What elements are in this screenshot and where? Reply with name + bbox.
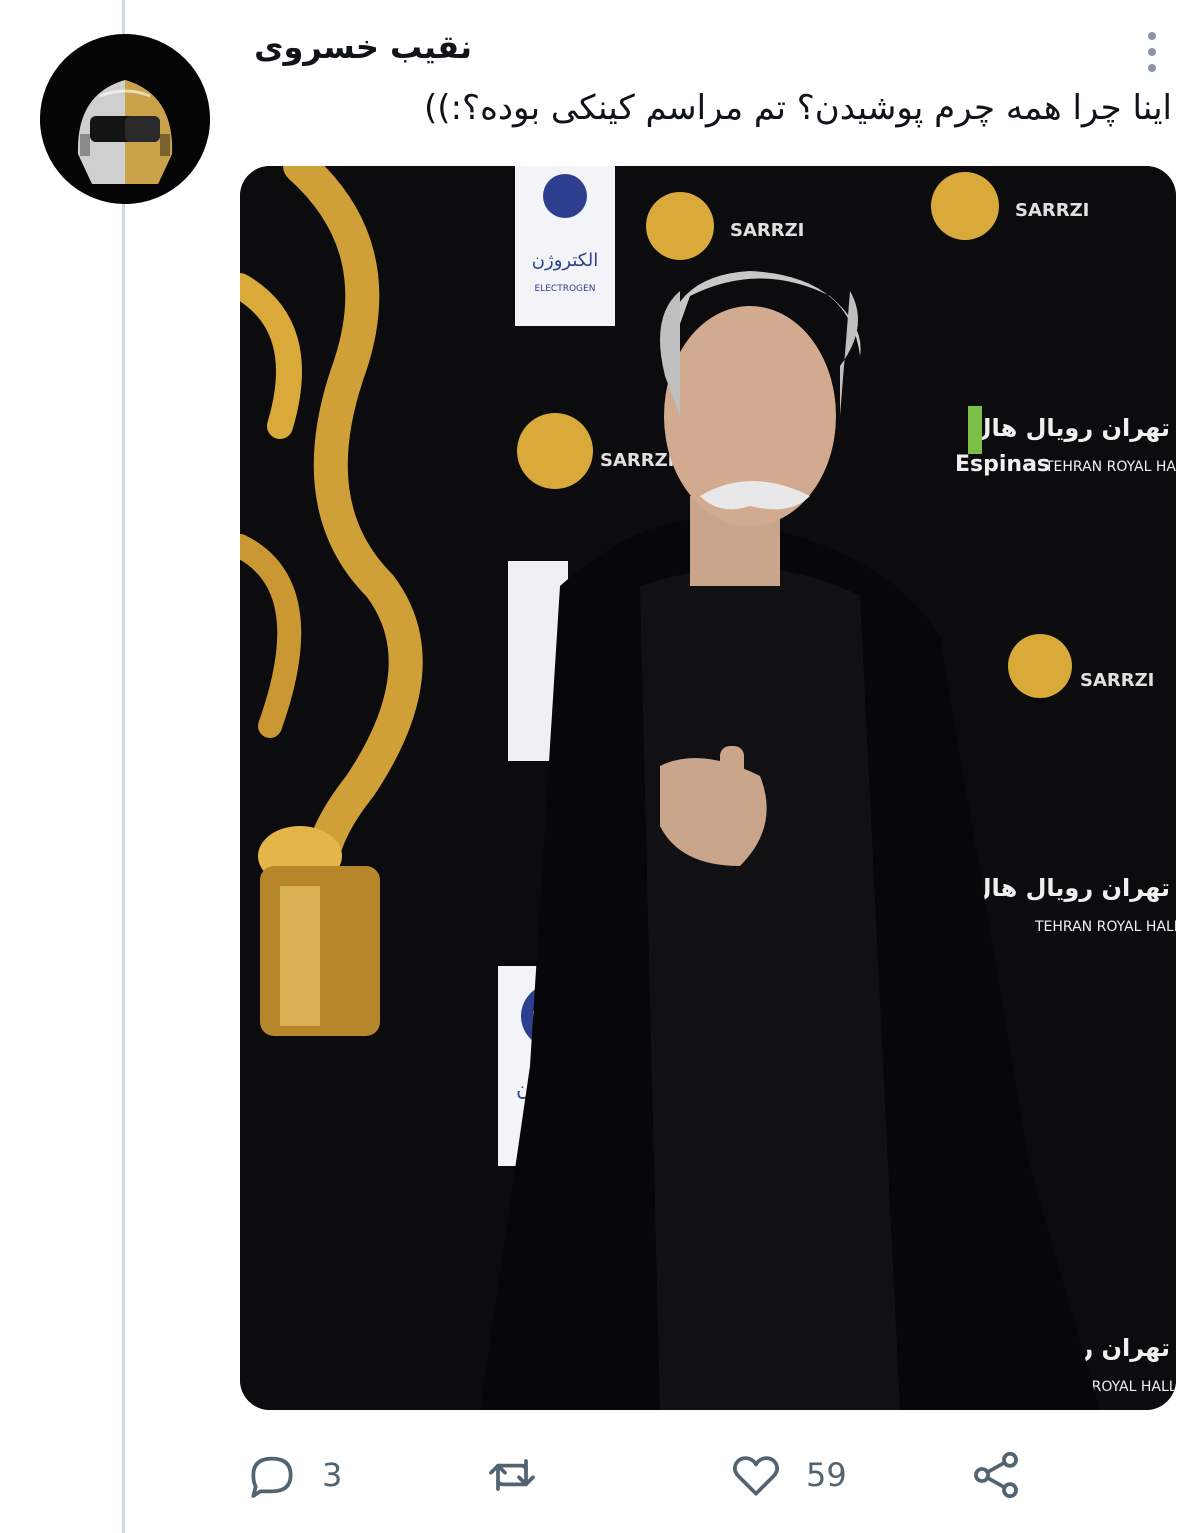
thread-connector-line <box>122 0 125 1533</box>
svg-text:Espinas: Espinas <box>955 452 1050 477</box>
share-icon <box>974 1451 1018 1499</box>
svg-text:SARRZI: SARRZI <box>730 220 804 241</box>
heart-icon <box>732 1456 780 1496</box>
reply-icon <box>251 1456 293 1498</box>
svg-text:SARRZI: SARRZI <box>1080 670 1154 691</box>
reply-count: 3 <box>322 1456 343 1494</box>
avatar[interactable] <box>40 34 210 204</box>
author-name[interactable]: نقیب خسروی <box>254 28 472 66</box>
tweet-actions: 3 59 <box>0 1440 1200 1510</box>
tweet-media[interactable]: الکتروژن ELECTROGEN الکتروژن ELECTROGEN … <box>240 166 1176 1410</box>
svg-text:تهران رویال هال: تهران رویال هال <box>971 414 1170 442</box>
like-button[interactable]: 59 <box>728 1440 847 1510</box>
reply-button[interactable]: 3 <box>244 1440 342 1510</box>
retweet-button[interactable] <box>484 1440 540 1510</box>
svg-text:ELECTROGEN: ELECTROGEN <box>535 284 596 294</box>
svg-text:SARRZI: SARRZI <box>600 450 674 471</box>
like-count: 59 <box>806 1456 847 1494</box>
sponsor-panel-top: الکتروژن ELECTROGEN <box>515 166 615 326</box>
svg-text:الکتروژن: الکتروژن <box>532 250 598 271</box>
retweet-icon <box>489 1459 535 1491</box>
more-vertical-icon[interactable] <box>1140 28 1164 78</box>
svg-text:TEHRAN ROYAL HALL: TEHRAN ROYAL HALL <box>1034 919 1176 935</box>
share-button[interactable] <box>968 1440 1024 1510</box>
tweet-text: اینا چرا همه چرم پوشیدن؟ تم مراسم کینکی … <box>424 88 1172 128</box>
svg-text:SARRZI: SARRZI <box>1015 200 1089 221</box>
svg-text:TEHRAN ROYAL HALL: TEHRAN ROYAL HALL <box>1044 459 1176 475</box>
helmet-avatar-image <box>40 34 210 204</box>
event-photo: الکتروژن ELECTROGEN الکتروژن ELECTROGEN … <box>240 166 1176 1410</box>
svg-text:تهران رویال هال: تهران رویال هال <box>971 874 1170 902</box>
